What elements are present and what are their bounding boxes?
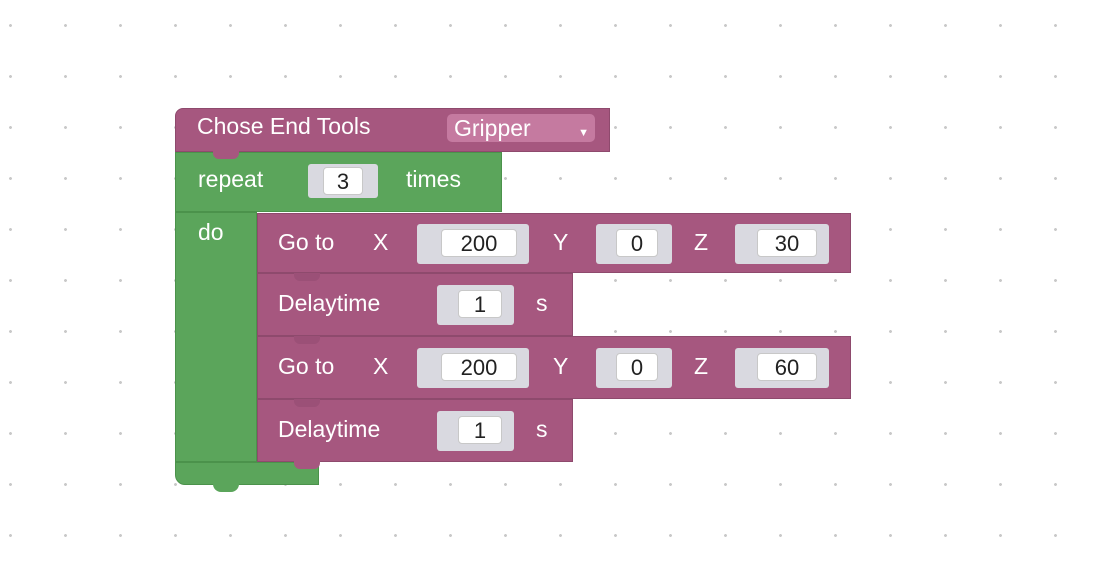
delay-value-field[interactable]: 1 <box>458 290 502 318</box>
repeat-count-field[interactable]: 3 <box>323 167 363 195</box>
x-value-field[interactable]: 200 <box>441 353 517 381</box>
x-axis-label: X <box>373 229 389 255</box>
end-tools-label: Chose End Tools <box>197 113 371 139</box>
seconds-unit-label: s <box>536 290 548 316</box>
goto-label: Go to <box>278 353 335 379</box>
z-axis-label: Z <box>694 229 709 255</box>
block-connector-notch <box>294 336 320 344</box>
block-connector-notch <box>294 399 320 407</box>
delay-label: Delaytime <box>278 416 381 442</box>
x-value-field[interactable]: 200 <box>441 229 517 257</box>
y-axis-label: Y <box>553 353 569 379</box>
z-value-field[interactable]: 30 <box>757 229 817 257</box>
delay-bottom-notch <box>294 461 320 469</box>
z-value-field[interactable]: 60 <box>757 353 817 381</box>
z-axis-label: Z <box>694 353 709 379</box>
y-value-field[interactable]: 0 <box>616 353 658 381</box>
repeat-arm[interactable] <box>175 212 257 462</box>
block-connector-notch <box>294 273 320 281</box>
y-value-field[interactable]: 0 <box>616 229 658 257</box>
x-axis-label: X <box>373 353 389 379</box>
goto-label: Go to <box>278 229 335 255</box>
delay-label: Delaytime <box>278 290 381 316</box>
times-label: times <box>406 166 461 192</box>
tool-dropdown-value: Gripper <box>454 115 531 141</box>
repeat-bottom-notch <box>213 484 239 492</box>
repeat-label: repeat <box>198 166 264 192</box>
tool-dropdown[interactable]: Gripper ▼ <box>447 114 595 142</box>
do-label: do <box>198 219 224 245</box>
delay-value-field[interactable]: 1 <box>458 416 502 444</box>
seconds-unit-label: s <box>536 416 548 442</box>
y-axis-label: Y <box>553 229 569 255</box>
end-tools-bottom-notch <box>213 151 239 159</box>
chevron-down-icon: ▼ <box>578 127 589 139</box>
